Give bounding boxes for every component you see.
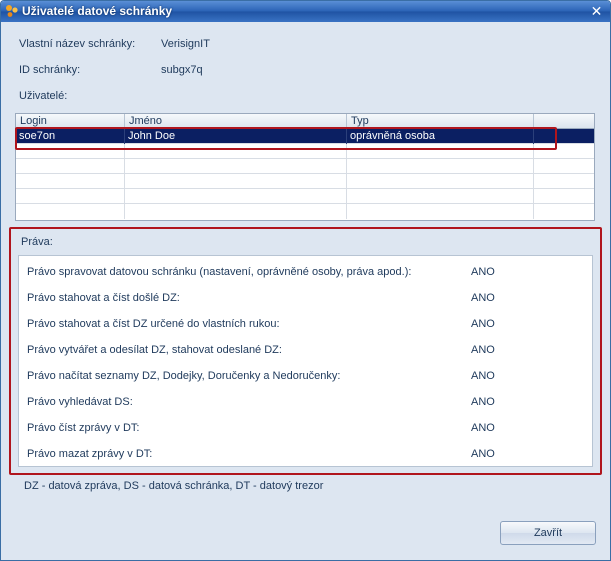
right-label: Právo číst zprávy v DT:	[27, 422, 140, 434]
right-item: Právo stahovat a číst DZ určené do vlast…	[27, 318, 587, 332]
right-item: Právo načítat seznamy DZ, Dodejky, Doruč…	[27, 370, 587, 384]
empty-cell	[125, 159, 347, 174]
right-value: ANO	[471, 422, 495, 434]
empty-cell	[125, 144, 347, 159]
right-item: Právo vyhledávat DS: ANO	[27, 396, 587, 410]
right-item: Právo vytvářet a odesílat DZ, stahovat o…	[27, 344, 587, 358]
right-value: ANO	[471, 344, 495, 356]
right-value: ANO	[471, 448, 495, 460]
right-label: Právo stahovat a číst DZ určené do vlast…	[27, 318, 280, 330]
rights-title: Práva:	[21, 236, 53, 248]
right-value: ANO	[471, 396, 495, 408]
cell-type: oprávněná osoba	[347, 129, 534, 144]
empty-cell	[347, 189, 534, 204]
right-item: Právo spravovat datovou schránku (nastav…	[27, 266, 587, 280]
box-id-label: ID schránky:	[19, 64, 81, 76]
right-label: Právo načítat seznamy DZ, Dodejky, Doruč…	[27, 370, 341, 382]
dialog-window: Uživatelé datové schránky ✕ Vlastní náze…	[0, 0, 611, 561]
empty-cell	[347, 204, 534, 219]
right-value: ANO	[471, 370, 495, 382]
empty-cell	[347, 144, 534, 159]
empty-cell	[16, 159, 125, 174]
close-icon[interactable]: ✕	[589, 4, 604, 19]
cell-name: John Doe	[125, 129, 347, 144]
cell-filler	[534, 129, 594, 144]
box-id-value: subgx7q	[161, 64, 203, 76]
table-row-empty	[16, 159, 594, 174]
users-label: Uživatelé:	[19, 90, 68, 102]
table-row-empty	[16, 189, 594, 204]
table-row-empty	[16, 204, 594, 219]
table-row[interactable]: soe7on John Doe oprávněná osoba	[16, 129, 594, 144]
right-item: Právo číst zprávy v DT: ANO	[27, 422, 587, 436]
close-button[interactable]: Zavřít	[500, 521, 596, 545]
rights-panel: Právo spravovat datovou schránku (nastav…	[18, 255, 593, 467]
column-header-login[interactable]: Login	[16, 114, 125, 128]
dots-logo-icon	[6, 5, 18, 17]
empty-cell	[125, 204, 347, 219]
column-header-name[interactable]: Jméno	[125, 114, 347, 128]
title-bar[interactable]: Uživatelé datové schránky ✕	[1, 1, 610, 22]
right-value: ANO	[471, 266, 495, 278]
table-row-empty	[16, 174, 594, 189]
right-item: Právo stahovat a číst došlé DZ: ANO	[27, 292, 587, 306]
right-label: Právo mazat zprávy v DT:	[27, 448, 153, 460]
empty-cell	[16, 174, 125, 189]
empty-cell	[125, 189, 347, 204]
empty-cell	[16, 204, 125, 219]
empty-cell	[16, 144, 125, 159]
column-header-type[interactable]: Typ	[347, 114, 534, 128]
column-header-filler	[534, 114, 594, 128]
right-label: Právo spravovat datovou schránku (nastav…	[27, 266, 412, 278]
right-label: Právo vytvářet a odesílat DZ, stahovat o…	[27, 344, 282, 356]
box-name-value: VerisignIT	[161, 38, 210, 50]
right-label: Právo vyhledávat DS:	[27, 396, 133, 408]
users-table-header: Login Jméno Typ	[16, 114, 594, 129]
right-item: Právo mazat zprávy v DT: ANO	[27, 448, 587, 462]
right-value: ANO	[471, 292, 495, 304]
empty-cell	[347, 174, 534, 189]
cell-login: soe7on	[16, 129, 125, 144]
abbreviations-legend: DZ - datová zpráva, DS - datová schránka…	[24, 480, 324, 492]
right-value: ANO	[471, 318, 495, 330]
empty-cell	[125, 174, 347, 189]
empty-cell	[16, 189, 125, 204]
right-label: Právo stahovat a číst došlé DZ:	[27, 292, 180, 304]
users-table[interactable]: Login Jméno Typ soe7on John Doe oprávněn…	[15, 113, 595, 221]
box-name-label: Vlastní název schránky:	[19, 38, 136, 50]
window-title: Uživatelé datové schránky	[22, 4, 173, 18]
empty-cell	[347, 159, 534, 174]
table-row-empty	[16, 144, 594, 159]
rights-group: Práva: Právo spravovat datovou schránku …	[9, 227, 602, 475]
